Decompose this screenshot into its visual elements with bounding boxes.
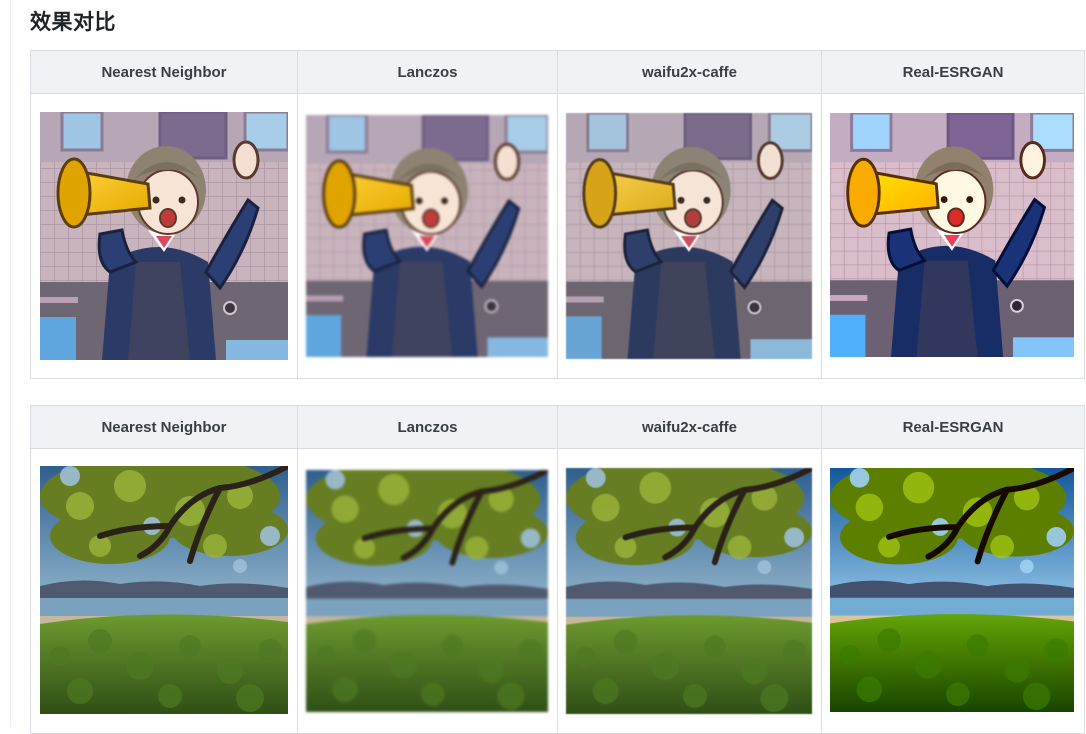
column-header-waifu2x-caffe: waifu2x-caffe bbox=[557, 50, 822, 94]
table-cell bbox=[557, 93, 822, 379]
landscape-image-real-esrgan bbox=[830, 468, 1074, 712]
table-cell bbox=[821, 93, 1085, 379]
landscape-image-lanczos bbox=[306, 470, 548, 712]
table-cell bbox=[557, 448, 822, 734]
column-header-real-esrgan: Real-ESRGAN bbox=[821, 405, 1085, 449]
landscape-image-waifu2x-caffe bbox=[566, 468, 812, 714]
section-heading: 效果对比 bbox=[30, 10, 116, 34]
table-row bbox=[30, 448, 1085, 734]
comparison-table-landscape: Nearest Neighbor Lanczos waifu2x-caffe R… bbox=[30, 405, 1085, 734]
landscape-image-nearest-neighbor bbox=[40, 466, 288, 714]
table-cell bbox=[297, 448, 558, 734]
table-header-row: Nearest Neighbor Lanczos waifu2x-caffe R… bbox=[30, 405, 1085, 449]
table-cell bbox=[821, 448, 1085, 734]
anime-image-nearest-neighbor bbox=[40, 112, 288, 360]
column-header-lanczos: Lanczos bbox=[297, 50, 558, 94]
table-header-row: Nearest Neighbor Lanczos waifu2x-caffe R… bbox=[30, 50, 1085, 94]
column-header-real-esrgan: Real-ESRGAN bbox=[821, 50, 1085, 94]
content-left-border bbox=[10, 0, 11, 727]
anime-image-lanczos bbox=[306, 115, 548, 357]
column-header-waifu2x-caffe: waifu2x-caffe bbox=[557, 405, 822, 449]
column-header-nearest-neighbor: Nearest Neighbor bbox=[30, 50, 298, 94]
table-cell bbox=[30, 448, 298, 734]
anime-image-real-esrgan bbox=[830, 113, 1074, 357]
column-header-lanczos: Lanczos bbox=[297, 405, 558, 449]
comparison-table-anime: Nearest Neighbor Lanczos waifu2x-caffe R… bbox=[30, 50, 1085, 379]
anime-image-waifu2x-caffe bbox=[566, 113, 812, 359]
table-cell bbox=[30, 93, 298, 379]
column-header-nearest-neighbor: Nearest Neighbor bbox=[30, 405, 298, 449]
table-row bbox=[30, 93, 1085, 379]
table-cell bbox=[297, 93, 558, 379]
